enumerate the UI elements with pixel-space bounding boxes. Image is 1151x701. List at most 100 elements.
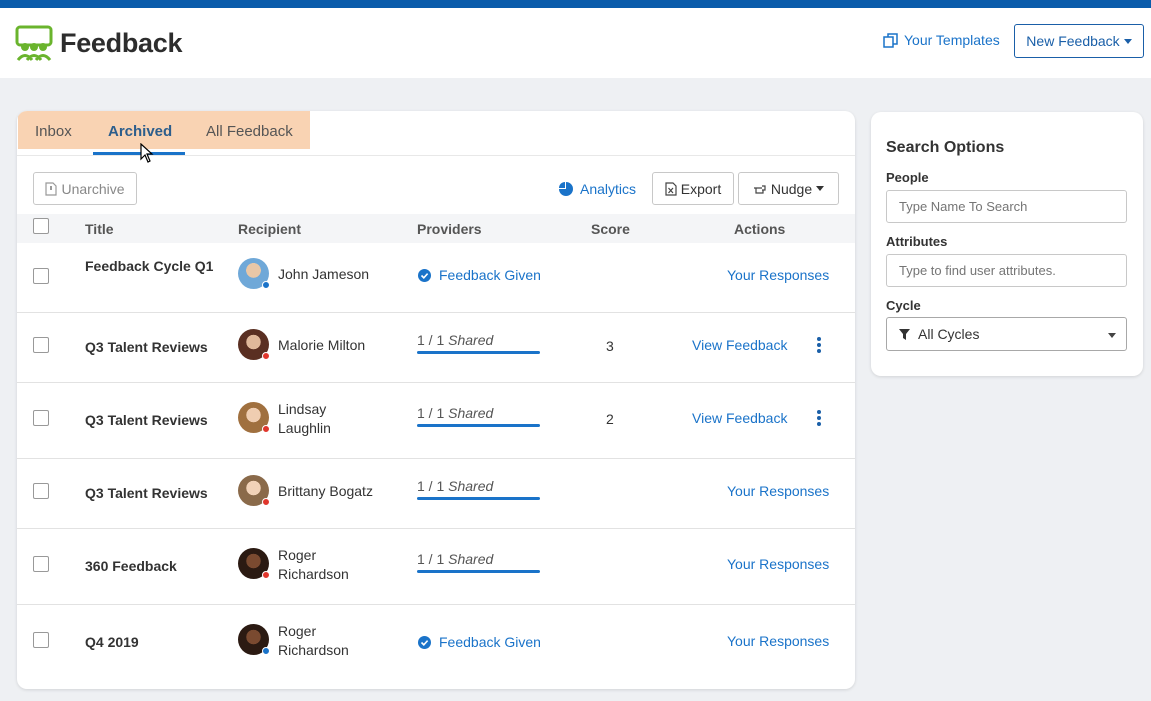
row-checkbox[interactable]	[33, 556, 49, 572]
people-label: People	[886, 170, 929, 185]
table-row: Q4 2019 Roger Richardson Feedback Given …	[17, 605, 855, 681]
feedback-given-status: Feedback Given	[418, 267, 541, 283]
your-responses-link[interactable]: Your Responses	[727, 483, 829, 499]
file-archive-icon	[45, 181, 58, 196]
column-header-score[interactable]: Score	[591, 221, 630, 237]
chevron-down-icon	[1123, 38, 1132, 44]
status-dot	[262, 425, 270, 433]
shared-label: Shared	[448, 405, 494, 421]
attributes-search-input[interactable]	[886, 254, 1127, 287]
people-search-input[interactable]	[886, 190, 1127, 223]
filter-icon	[899, 328, 910, 340]
row-checkbox[interactable]	[33, 268, 49, 284]
shared-progress-bar	[417, 570, 540, 573]
providers-shared: 1 / 1 Shared	[417, 405, 541, 427]
cycle-select[interactable]: All Cycles	[886, 317, 1127, 351]
providers-shared: 1 / 1 Shared	[417, 478, 541, 500]
app-header: Feedback Your Templates New Feedback	[0, 8, 1151, 78]
file-excel-icon	[665, 181, 677, 196]
providers-shared: 1 / 1 Shared	[417, 332, 541, 354]
check-circle-icon	[418, 635, 431, 649]
view-feedback-link[interactable]: View Feedback	[692, 410, 787, 426]
unarchive-label: Unarchive	[61, 180, 125, 197]
export-button[interactable]: Export	[652, 172, 734, 205]
analytics-label: Analytics	[580, 181, 637, 197]
mouse-cursor-icon	[140, 143, 154, 163]
shared-label: Shared	[448, 478, 494, 494]
tab-archived[interactable]: Archived	[108, 123, 172, 140]
recipient-name: Roger Richardson	[278, 547, 349, 582]
chevron-down-icon	[816, 186, 825, 191]
recipient-name: Roger Richardson	[278, 623, 349, 658]
your-responses-link[interactable]: Your Responses	[727, 633, 829, 649]
shared-count: 1 / 1	[417, 551, 445, 567]
score-value: 2	[606, 411, 614, 427]
your-templates-link[interactable]: Your Templates	[883, 32, 1000, 48]
score-value: 3	[606, 338, 614, 354]
unarchive-button[interactable]: Unarchive	[33, 172, 137, 205]
tab-bar: Inbox Archived All Feedback	[18, 111, 310, 149]
providers-status: Feedback Given	[439, 267, 541, 283]
row-title: Q4 2019	[85, 634, 139, 650]
hand-point-icon	[753, 184, 766, 194]
your-responses-link[interactable]: Your Responses	[727, 556, 829, 572]
app-title: Feedback	[60, 27, 183, 58]
tab-all-feedback[interactable]: All Feedback	[206, 123, 293, 140]
column-header-recipient[interactable]: Recipient	[238, 221, 301, 237]
table-row: 360 Feedback Roger Richardson 1 / 1 Shar…	[17, 529, 855, 605]
status-dot	[262, 647, 270, 655]
table-header: Title Recipient Providers Score Actions	[17, 214, 855, 243]
recipient-name: Lindsay Laughlin	[278, 401, 331, 436]
your-responses-link[interactable]: Your Responses	[727, 267, 829, 283]
recipient-name: Brittany Bogatz	[278, 483, 373, 499]
nudge-label: Nudge	[770, 180, 813, 197]
column-header-providers[interactable]: Providers	[417, 221, 482, 237]
shared-progress-bar	[417, 351, 540, 354]
feedback-given-status: Feedback Given	[418, 634, 541, 650]
row-checkbox[interactable]	[33, 337, 49, 353]
column-header-title[interactable]: Title	[85, 221, 114, 237]
table-row: Q3 Talent Reviews Brittany Bogatz 1 / 1 …	[17, 459, 855, 529]
your-templates-label: Your Templates	[904, 32, 1000, 48]
table-row: Q3 Talent Reviews Lindsay Laughlin 1 / 1…	[17, 383, 855, 459]
new-feedback-label: New Feedback	[1026, 33, 1120, 49]
chevron-down-icon	[1108, 333, 1116, 338]
row-checkbox[interactable]	[33, 483, 49, 499]
row-checkbox[interactable]	[33, 632, 49, 648]
copy-icon	[883, 32, 898, 48]
row-title: Q3 Talent Reviews	[85, 339, 208, 355]
status-dot	[262, 281, 270, 289]
app-logo[interactable]: Feedback	[15, 25, 182, 61]
analytics-link[interactable]: Analytics	[559, 181, 636, 197]
status-dot	[262, 571, 270, 579]
search-options-panel: Search Options People Attributes Cycle A…	[871, 112, 1143, 376]
top-brand-bar	[0, 0, 1151, 8]
tab-inbox[interactable]: Inbox	[35, 123, 72, 140]
view-feedback-link[interactable]: View Feedback	[692, 337, 787, 353]
shared-progress-bar	[417, 424, 540, 427]
feedback-list-card: Inbox Archived All Feedback Unarchive An…	[17, 111, 855, 689]
more-options-icon[interactable]	[816, 337, 822, 353]
table-row: Feedback Cycle Q1 John Jameson Feedback …	[17, 243, 855, 313]
select-all-checkbox[interactable]	[33, 218, 49, 234]
nudge-button[interactable]: Nudge	[738, 172, 839, 205]
shared-label: Shared	[448, 332, 494, 348]
recipient-name: Malorie Milton	[278, 337, 366, 353]
table-row: Q3 Talent Reviews Malorie Milton 1 / 1 S…	[17, 313, 855, 383]
row-title: Q3 Talent Reviews	[85, 412, 208, 428]
column-header-actions: Actions	[734, 221, 786, 237]
shared-count: 1 / 1	[417, 478, 445, 494]
feedback-logo-icon	[15, 25, 53, 61]
check-circle-icon	[418, 268, 431, 282]
recipient-name: John Jameson	[278, 266, 370, 282]
shared-count: 1 / 1	[417, 405, 445, 421]
row-checkbox[interactable]	[33, 410, 49, 426]
shared-count: 1 / 1	[417, 332, 445, 348]
row-title: Feedback Cycle Q1	[85, 258, 214, 274]
shared-label: Shared	[448, 551, 494, 567]
more-options-icon[interactable]	[816, 410, 822, 426]
row-title: 360 Feedback	[85, 558, 177, 574]
cycle-selected-value: All Cycles	[918, 326, 980, 342]
new-feedback-button[interactable]: New Feedback	[1014, 24, 1144, 58]
pie-chart-icon	[559, 182, 573, 196]
